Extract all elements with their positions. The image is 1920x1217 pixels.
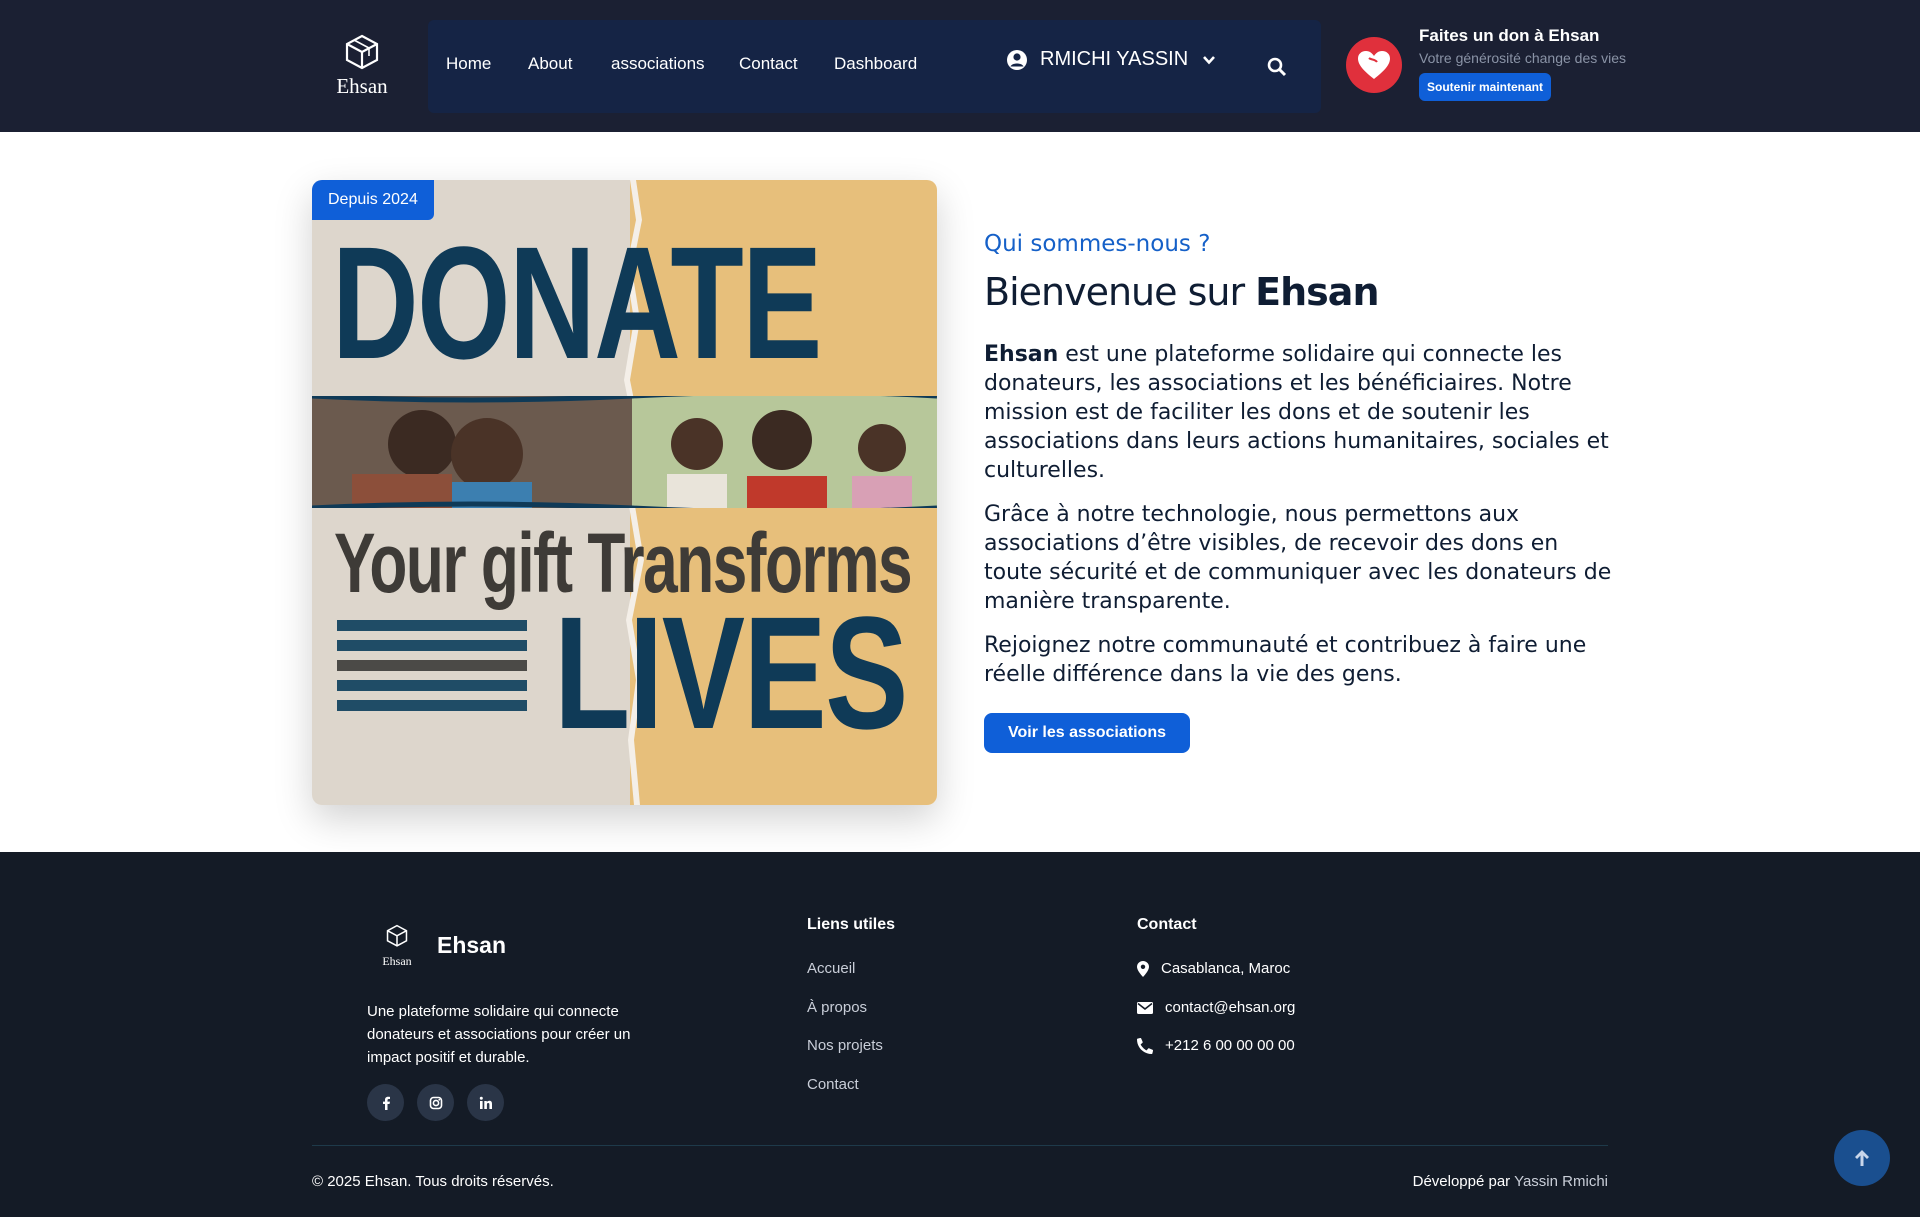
email-text: contact@ehsan.org bbox=[1165, 999, 1296, 1016]
chevron-down-icon bbox=[1203, 55, 1216, 64]
address-text: Casablanca, Maroc bbox=[1161, 960, 1291, 977]
nav-contact[interactable]: Contact bbox=[739, 54, 798, 74]
contact-address: Casablanca, Maroc bbox=[1137, 960, 1290, 977]
donate-subtitle: Votre générosité change des vies bbox=[1419, 50, 1627, 66]
children-photo-strip bbox=[312, 396, 937, 508]
dev-prefix: Développé par bbox=[1412, 1173, 1515, 1190]
instagram-link[interactable] bbox=[417, 1084, 454, 1121]
footer-link-about[interactable]: À propos bbox=[807, 999, 867, 1016]
join-paragraph: Rejoignez notre communauté et contribuez… bbox=[984, 633, 1587, 687]
donate-heart-badge bbox=[1346, 37, 1402, 93]
user-menu[interactable]: RMICHI YASSIN bbox=[1006, 48, 1216, 71]
map-pin-icon bbox=[1137, 960, 1149, 977]
view-associations-button[interactable]: Voir les associations bbox=[984, 713, 1190, 753]
technology-paragraph: Grâce à notre technologie, nous permetto… bbox=[984, 502, 1612, 614]
facebook-icon bbox=[382, 1096, 390, 1110]
developer-credit: Développé par Yassin Rmichi bbox=[1413, 1173, 1608, 1190]
title-brand: Ehsan bbox=[1255, 270, 1379, 314]
heart-icon bbox=[1358, 51, 1390, 79]
user-circle-icon bbox=[1007, 49, 1027, 70]
ehsan-logo-icon bbox=[386, 924, 408, 947]
page-title: Bienvenue sur Ehsan bbox=[984, 270, 1380, 314]
footer-link-projects[interactable]: Nos projets bbox=[807, 1037, 883, 1054]
linkedin-link[interactable] bbox=[467, 1084, 504, 1121]
envelope-icon bbox=[1137, 1001, 1153, 1014]
footer-brand: Ehsan bbox=[437, 932, 507, 958]
poster-word-donate: DONATE bbox=[332, 213, 822, 392]
facebook-link[interactable] bbox=[367, 1084, 404, 1121]
useful-links-title: Liens utiles bbox=[807, 916, 896, 933]
intro-paragraph: Ehsan est une plateforme solidaire qui c… bbox=[984, 340, 1614, 485]
copyright-text: © 2025 Ehsan. Tous droits réservés. bbox=[312, 1173, 554, 1190]
footer-logo-text: Ehsan bbox=[382, 954, 412, 968]
developer-name[interactable]: Yassin Rmichi bbox=[1514, 1173, 1608, 1190]
search-icon[interactable] bbox=[1266, 56, 1288, 78]
footer-divider bbox=[312, 1145, 1608, 1146]
phone-icon bbox=[1137, 1037, 1153, 1054]
title-prefix: Bienvenue sur bbox=[984, 270, 1256, 314]
donate-title: Faites un don à Ehsan bbox=[1419, 26, 1600, 45]
user-name: RMICHI YASSIN bbox=[1040, 48, 1189, 70]
site-logo[interactable]: Ehsan bbox=[331, 34, 393, 98]
logo-text: Ehsan bbox=[336, 74, 388, 98]
linkedin-icon bbox=[479, 1096, 492, 1109]
contact-title: Contact bbox=[1137, 916, 1197, 933]
footer-link-contact[interactable]: Contact bbox=[807, 1076, 859, 1093]
footer-link-home[interactable]: Accueil bbox=[807, 960, 855, 977]
intro-text: est une plateforme solidaire qui connect… bbox=[984, 342, 1609, 483]
donate-poster-image: DONATE Your gift Transforms LIVES bbox=[312, 180, 937, 805]
ehsan-logo-icon bbox=[345, 34, 379, 70]
intro-brand: Ehsan bbox=[984, 342, 1059, 367]
nav-associations[interactable]: associations bbox=[611, 54, 705, 74]
nav-home[interactable]: Home bbox=[446, 54, 491, 74]
phone-text: +212 6 00 00 00 00 bbox=[1165, 1037, 1295, 1054]
nav-dashboard[interactable]: Dashboard bbox=[834, 54, 917, 74]
poster-stripes bbox=[337, 620, 527, 720]
site-header: Ehsan Home About associations Contact Da… bbox=[0, 0, 1920, 132]
support-now-button[interactable]: Soutenir maintenant bbox=[1419, 73, 1552, 101]
contact-email[interactable]: contact@ehsan.org bbox=[1137, 999, 1295, 1016]
footer-logo[interactable]: Ehsan bbox=[375, 924, 419, 968]
instagram-icon bbox=[429, 1096, 442, 1109]
nav-about[interactable]: About bbox=[528, 54, 572, 74]
since-badge: Depuis 2024 bbox=[312, 180, 434, 220]
footer-description: Une plateforme solidaire qui connecte do… bbox=[367, 1003, 631, 1066]
arrow-up-icon bbox=[1855, 1150, 1869, 1166]
contact-phone[interactable]: +212 6 00 00 00 00 bbox=[1137, 1037, 1295, 1054]
back-to-top-button[interactable] bbox=[1834, 1130, 1890, 1186]
site-footer: Ehsan Ehsan Une plateforme solidaire qui… bbox=[0, 852, 1920, 1217]
poster-word-lives: LIVES bbox=[554, 583, 908, 762]
section-kicker: Qui sommes-nous ? bbox=[984, 231, 1211, 257]
